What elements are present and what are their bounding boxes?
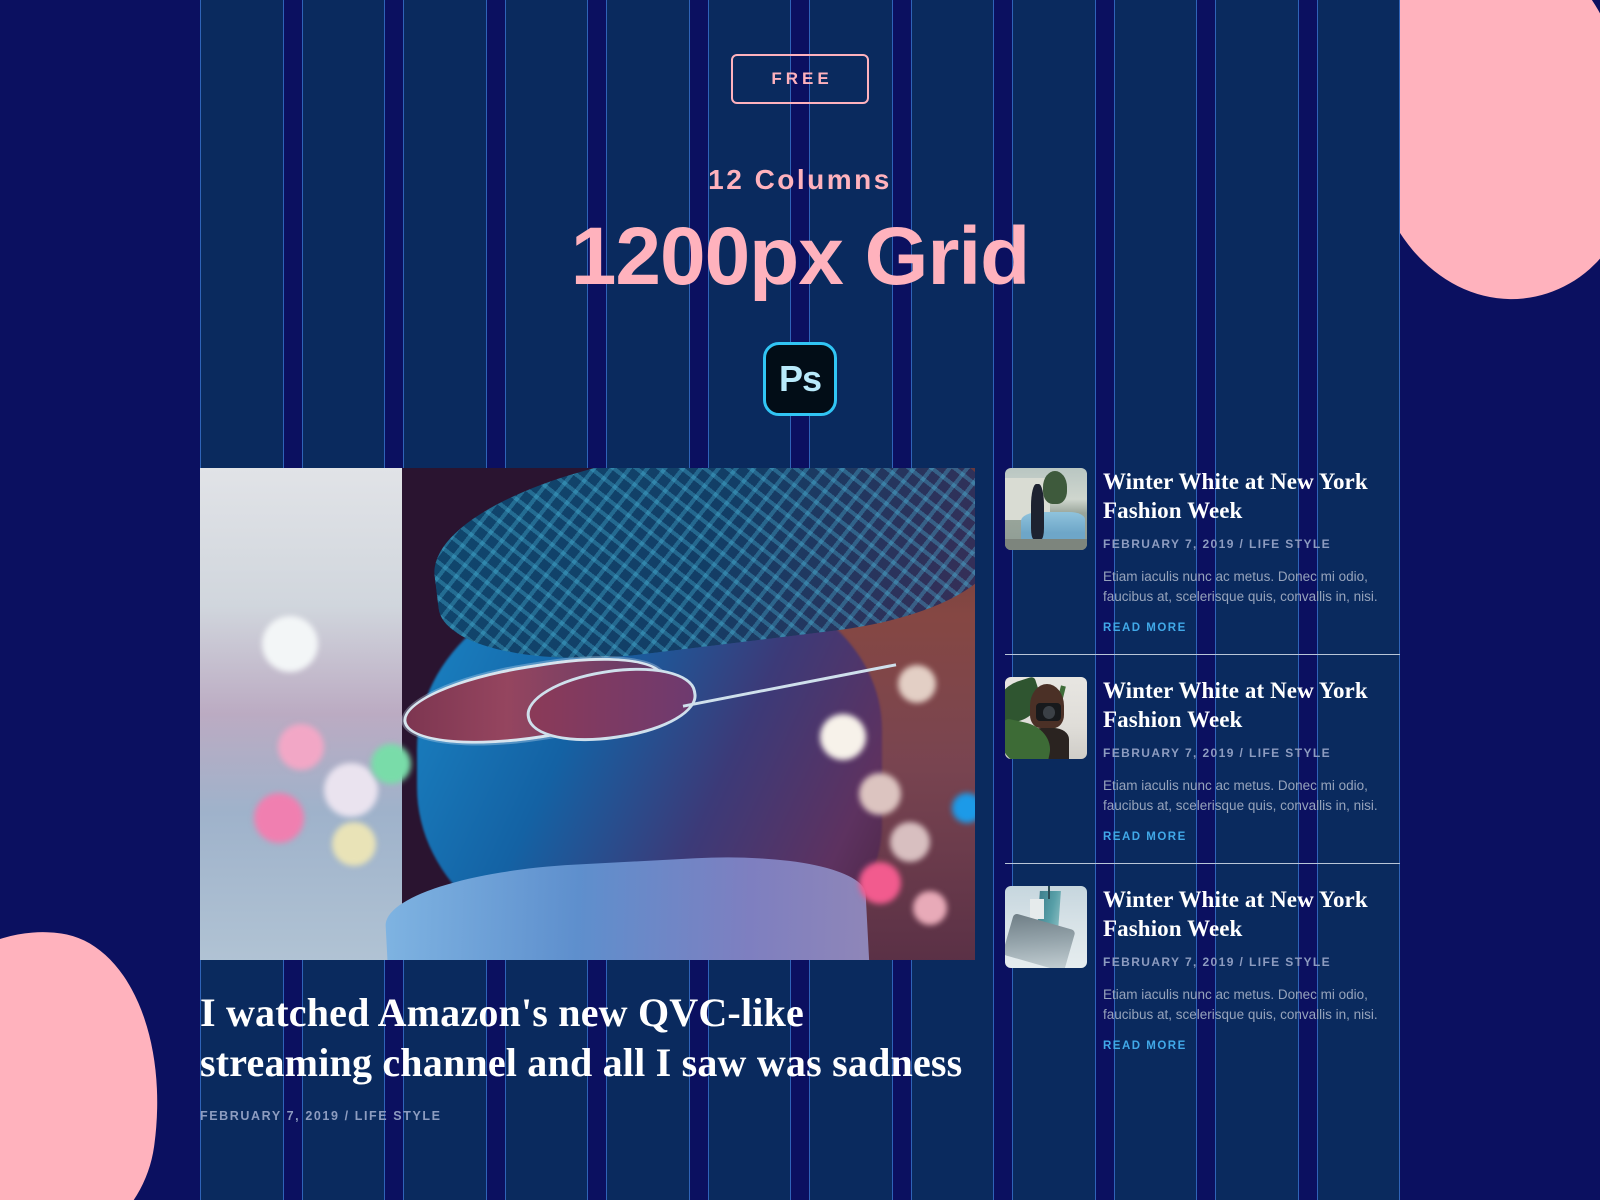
article-excerpt: Etiam iaculis nunc ac metus. Donec mi od… (1103, 569, 1378, 604)
hero-meta: FEBRUARY 7, 2019 / LIFE STYLE (200, 1109, 442, 1124)
article-thumbnail[interactable] (1005, 886, 1087, 969)
hero-article[interactable]: I watched Amazon's new QVC-like streamin… (200, 468, 975, 1123)
page-header: FREE 12 Columns 1200px Grid Ps (0, 0, 1600, 417)
article-meta: FEBRUARY 7, 2019 / LIFE STYLE (1103, 537, 1331, 552)
article-title[interactable]: Winter White at New York Fashion Week (1103, 886, 1400, 943)
sidebar-article-list: Winter White at New York Fashion Week FE… (1005, 468, 1400, 1123)
grid-columns-subtitle: 12 Columns (708, 164, 892, 195)
read-more-link[interactable]: READ MORE (1103, 831, 1400, 843)
article-meta: FEBRUARY 7, 2019 / LIFE STYLE (1103, 955, 1331, 970)
article-title[interactable]: Winter White at New York Fashion Week (1103, 468, 1400, 525)
list-item[interactable]: Winter White at New York Fashion Week FE… (1005, 468, 1400, 654)
article-excerpt: Etiam iaculis nunc ac metus. Donec mi od… (1103, 778, 1378, 813)
bokeh-lights (200, 468, 975, 960)
article-thumbnail[interactable] (1005, 677, 1087, 760)
list-item[interactable]: Winter White at New York Fashion Week FE… (1005, 654, 1400, 863)
free-badge[interactable]: FREE (731, 54, 869, 104)
article-meta: FEBRUARY 7, 2019 / LIFE STYLE (1103, 746, 1331, 761)
read-more-link[interactable]: READ MORE (1103, 622, 1400, 634)
list-item[interactable]: Winter White at New York Fashion Week FE… (1005, 863, 1400, 1072)
hero-title[interactable]: I watched Amazon's new QVC-like streamin… (200, 988, 975, 1087)
article-excerpt: Etiam iaculis nunc ac metus. Donec mi od… (1103, 987, 1378, 1022)
page-title: 1200px Grid (570, 211, 1030, 302)
photoshop-icon: Ps (763, 342, 837, 417)
article-title[interactable]: Winter White at New York Fashion Week (1103, 677, 1400, 734)
article-thumbnail[interactable] (1005, 468, 1087, 550)
read-more-link[interactable]: READ MORE (1103, 1040, 1400, 1052)
main-content: I watched Amazon's new QVC-like streamin… (200, 468, 1400, 1123)
app-icon-wrap: Ps (0, 342, 1600, 417)
hero-image[interactable] (200, 468, 975, 960)
